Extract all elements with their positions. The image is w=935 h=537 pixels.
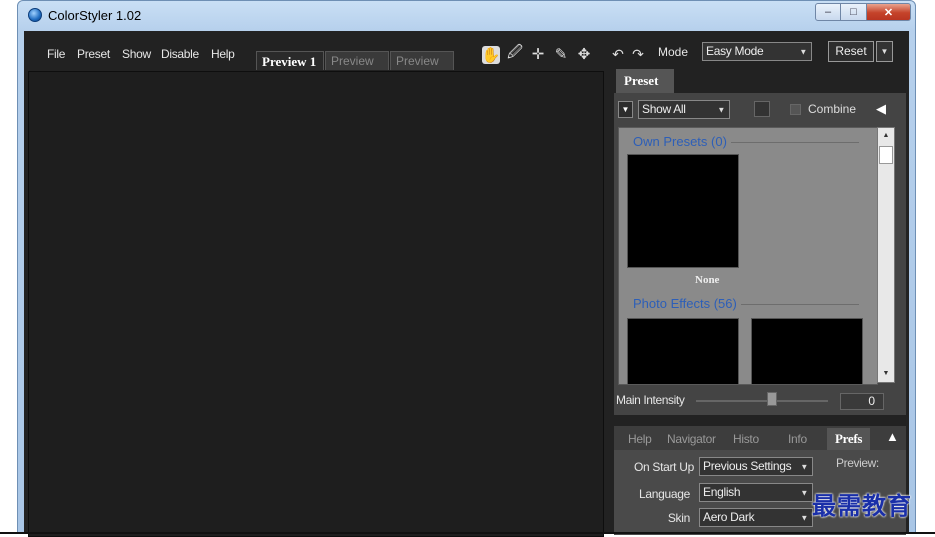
menu-show[interactable]: Show xyxy=(122,47,151,61)
redo-icon[interactable]: ↷ xyxy=(628,44,648,64)
language-value: English xyxy=(703,485,741,499)
tab-preview-3[interactable]: Preview 3 xyxy=(390,51,454,87)
combine-checkbox[interactable] xyxy=(790,104,801,115)
main-intensity-value[interactable]: 0 xyxy=(840,393,884,410)
window-controls: – □ ✕ xyxy=(815,3,911,23)
reset-dropdown-button[interactable]: ▼ xyxy=(876,41,893,62)
preset-filter-select[interactable]: Show All ▼ xyxy=(638,100,730,119)
client-area: File Preset Show Disable Help Preview 1 … xyxy=(24,31,909,537)
section-title: Own Presets (0) xyxy=(633,134,731,149)
app-window: ColorStyler 1.02 – □ ✕ File Preset Show … xyxy=(17,0,916,537)
preset-thumbnail-label: None xyxy=(695,274,720,286)
preset-filter-value: Show All xyxy=(642,102,686,116)
move-tool-icon[interactable]: ✛ xyxy=(528,44,548,64)
preset-thumbnail-none[interactable] xyxy=(627,154,739,268)
scroll-up-icon[interactable]: ▲ xyxy=(878,128,894,144)
chevron-down-icon: ▼ xyxy=(800,513,808,522)
app-icon xyxy=(28,8,42,22)
language-select[interactable]: English ▼ xyxy=(699,483,813,502)
menu-help[interactable]: Help xyxy=(211,47,235,61)
preset-thumbnail[interactable] xyxy=(627,318,739,384)
skin-select[interactable]: Aero Dark ▼ xyxy=(699,508,813,527)
on-start-up-select[interactable]: Previous Settings ▼ xyxy=(699,457,813,476)
tab-info[interactable]: Info xyxy=(788,428,807,450)
tab-histo[interactable]: Histo xyxy=(733,428,759,450)
scroll-down-icon[interactable]: ▼ xyxy=(878,366,894,382)
tab-preview-1[interactable]: Preview 1 xyxy=(256,51,324,70)
minimize-button[interactable]: – xyxy=(815,3,841,21)
preset-thumbnail[interactable] xyxy=(751,318,863,384)
on-start-up-label: On Start Up xyxy=(633,460,694,474)
reset-button[interactable]: Reset xyxy=(828,41,874,62)
chevron-down-icon: ▼ xyxy=(800,488,808,497)
pin-icon[interactable]: ▲ xyxy=(886,429,899,444)
preview-canvas[interactable] xyxy=(28,71,604,537)
tab-preview-2[interactable]: Preview 2 xyxy=(325,51,389,87)
tab-help[interactable]: Help xyxy=(628,428,652,450)
menu-disable[interactable]: Disable xyxy=(161,47,199,61)
info-tabs: Help Navigator Histo Info Prefs ▲ xyxy=(614,426,906,450)
watermark-text: 最需教育 xyxy=(812,491,912,520)
tab-prefs[interactable]: Prefs xyxy=(827,428,871,450)
brush-tool-icon[interactable]: ✎ xyxy=(551,44,571,64)
window-title: ColorStyler 1.02 xyxy=(48,8,142,23)
hand-tool-icon[interactable]: ✋ xyxy=(482,46,500,64)
tab-navigator[interactable]: Navigator xyxy=(667,428,716,450)
section-own-presets: Own Presets (0) xyxy=(619,134,859,150)
title-bar[interactable]: ColorStyler 1.02 – □ ✕ xyxy=(18,1,915,31)
on-start-up-value: Previous Settings xyxy=(703,459,792,473)
section-photo-effects: Photo Effects (56) xyxy=(619,296,859,312)
mode-label: Mode xyxy=(658,45,689,59)
section-title: Photo Effects (56) xyxy=(633,296,741,311)
undo-icon[interactable]: ↶ xyxy=(608,44,628,64)
main-intensity-slider[interactable] xyxy=(696,400,828,402)
chevron-down-icon: ▼ xyxy=(717,105,725,114)
skin-label: Skin xyxy=(667,511,690,525)
skin-value: Aero Dark xyxy=(703,510,755,524)
mode-select-value: Easy Mode xyxy=(706,44,764,58)
chevron-down-icon: ▼ xyxy=(800,462,808,471)
main-intensity-label: Main Intensity xyxy=(616,393,685,407)
combine-label: Combine xyxy=(808,102,857,116)
preset-option-button[interactable] xyxy=(754,101,770,117)
preset-scrollbar[interactable]: ▲ ▼ xyxy=(877,127,895,383)
maximize-button[interactable]: □ xyxy=(841,3,867,21)
tab-preset[interactable]: Preset xyxy=(616,69,674,93)
color-picker-icon[interactable]: 🖉 xyxy=(505,44,525,64)
scroll-thumb[interactable] xyxy=(879,146,893,164)
menu-file[interactable]: File xyxy=(47,47,65,61)
menu-preset[interactable]: Preset xyxy=(77,47,110,61)
arrow-left-icon[interactable]: ◀ xyxy=(876,101,886,117)
mode-select[interactable]: Easy Mode ▼ xyxy=(702,42,812,61)
preview-label: Preview: xyxy=(836,456,879,470)
close-button[interactable]: ✕ xyxy=(867,3,911,21)
split-view-icon[interactable]: ✥ xyxy=(574,44,594,64)
language-label: Language xyxy=(639,487,690,501)
preset-panel: ▼ Show All ▼ Combine ◀ Own Presets (0) N… xyxy=(614,93,906,415)
preset-menu-button[interactable]: ▼ xyxy=(618,101,633,118)
main-intensity-handle[interactable] xyxy=(767,392,777,406)
chevron-down-icon: ▼ xyxy=(799,47,807,56)
preset-list[interactable]: Own Presets (0) None Photo Effects (56) xyxy=(618,127,878,385)
